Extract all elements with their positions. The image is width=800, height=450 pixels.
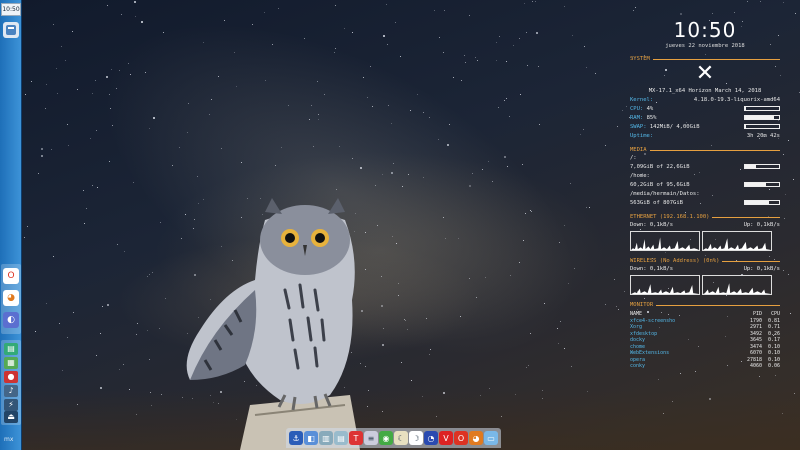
mount-bar (744, 182, 780, 187)
section-title: WIRELESS (No Address) (0n%) (630, 258, 720, 264)
conky-date: jueves 22 noviembre 2018 (665, 43, 745, 49)
wireless-up: Up: 0,1kB/s (743, 265, 780, 272)
cpu-label: CPU: (630, 105, 644, 112)
ram-row: RAM: 85% (630, 113, 780, 122)
section-monitor: MONITOR (630, 302, 780, 308)
launcher-group: O ◕ ◐ (1, 264, 21, 334)
dock: ⚓ ◧ ▥ ▤ T ≡ ◉ ☾ ☽ ◔ V O ◕ ▭ (286, 428, 501, 448)
mount-usage-row: 563GiB of 807GiB (630, 198, 780, 207)
swap-label: SWAP: (630, 123, 647, 130)
section-wireless: WIRELESS (No Address) (0n%) (630, 258, 780, 264)
mount-usage: 563GiB of 807GiB (630, 199, 683, 206)
wireless-graphs (630, 275, 780, 295)
uptime-value: 3h 20m 42s (746, 132, 780, 139)
process-pid: 4060 (749, 363, 762, 369)
kernel-value: 4.18.0-19.3-liquorix-amd64 (693, 96, 780, 103)
cpu-row: CPU: 4% (630, 104, 780, 113)
text-editor-icon[interactable]: T (349, 431, 363, 445)
menu-icon[interactable] (3, 22, 19, 38)
mount-usage-row: 60,2GiB of 95,6GiB (630, 180, 780, 189)
vivaldi-icon[interactable]: V (439, 431, 453, 445)
notes-icon[interactable]: ▤ (334, 431, 348, 445)
process-name: conky (630, 363, 646, 369)
moon-icon[interactable]: ☽ (409, 431, 423, 445)
process-row: conky 4060 0.06 (630, 363, 780, 370)
section-title: SYSTEM (630, 56, 650, 62)
opera-icon[interactable]: O (454, 431, 468, 445)
ram-label: RAM: (630, 114, 644, 121)
section-media: MEDIA (630, 147, 780, 153)
power-icon[interactable]: ⚡ (4, 399, 18, 411)
mount-bar (744, 164, 780, 169)
system-tray: ▤ ▦ ● ♪ ⚡ ⏏ (1, 340, 21, 425)
process-cpu: 0.06 (767, 363, 780, 369)
mx-logo-icon: ✕ (695, 61, 715, 86)
firefox-icon[interactable]: ◕ (3, 290, 19, 306)
section-title: MEDIA (630, 147, 647, 153)
left-panel: 10:50 O ◕ ◐ ▤ ▦ ● ♪ ⚡ ⏏ mx (0, 0, 22, 450)
chrome-icon[interactable]: ◔ (424, 431, 438, 445)
eject-icon[interactable]: ⏏ (4, 411, 18, 423)
mount-bar (744, 200, 780, 205)
kernel-row: Kernel: 4.18.0-19.3-liquorix-amd64 (630, 95, 780, 104)
section-title: ETHERNET (192.168.1.100) (630, 214, 710, 220)
ethernet-speed-row: Down: 0,1kB/s Up: 0,1kB/s (630, 220, 780, 229)
mount-path-row: /home: (630, 171, 780, 180)
wireless-speed-row: Down: 0,1kB/s Up: 0,1kB/s (630, 264, 780, 273)
mount-usage: 7,09GiB of 22,6GiB (630, 163, 690, 170)
wireless-down-graph (630, 275, 700, 295)
mount-path-row: /: (630, 153, 780, 162)
clipboard-icon[interactable]: ▤ (4, 343, 18, 355)
document-icon[interactable]: ≡ (364, 431, 378, 445)
release-text: MX-17.1_x64 Horizon March 14, 2018 (648, 87, 762, 94)
ethernet-up: Up: 0,1kB/s (743, 221, 780, 228)
cpu-value: 4% (646, 105, 654, 112)
wireless-down: Down: 0,1kB/s (630, 265, 674, 272)
mounts-list: /: 7,09GiB of 22,6GiB /home: 60,2GiB of 95… (630, 153, 780, 207)
mount-usage-row: 7,09GiB of 22,6GiB (630, 162, 780, 171)
owl-image (186, 198, 360, 450)
files-icon[interactable]: ▥ (319, 431, 333, 445)
kernel-label: Kernel: (630, 96, 654, 103)
section-title: MONITOR (630, 302, 654, 308)
mount-path: /media/hermain/Datos: (630, 190, 700, 197)
desktop-icon[interactable]: ▭ (484, 431, 498, 445)
release-row: MX-17.1_x64 Horizon March 14, 2018 (630, 86, 780, 95)
uptime-row: Uptime: 3h 20m 42s (630, 131, 780, 140)
mount-path: /: (630, 154, 637, 161)
updater-icon[interactable]: ▦ (4, 357, 18, 369)
conky-widget: 10:50 jueves 22 noviembre 2018 SYSTEM ✕ … (630, 18, 780, 370)
uptime-label: Uptime: (630, 132, 654, 139)
volume-icon[interactable]: ♪ (4, 385, 18, 397)
wireless-up-graph (702, 275, 772, 295)
mx-logo: mx (2, 434, 20, 446)
anchor-icon[interactable]: ⚓ (289, 431, 303, 445)
finder-icon[interactable]: ◧ (304, 431, 318, 445)
section-system: SYSTEM (630, 56, 780, 62)
ethernet-down: Down: 0,1kB/s (630, 221, 674, 228)
mount-usage: 60,2GiB of 95,6GiB (630, 181, 690, 188)
process-list: xfce4-screensho 1790 0.81 Xorg 2971 0.71 x… (630, 318, 780, 370)
feed-icon[interactable]: ◉ (379, 431, 393, 445)
network-icon[interactable]: ● (4, 371, 18, 383)
mount-path: /home: (630, 172, 650, 179)
opera-icon[interactable]: O (3, 268, 19, 284)
mount-path-row: /media/hermain/Datos: (630, 189, 780, 198)
cpu-bar (744, 106, 780, 111)
section-ethernet: ETHERNET (192.168.1.100) (630, 214, 780, 220)
app-green-icon[interactable]: ☾ (394, 431, 408, 445)
ethernet-down-graph (630, 231, 700, 251)
ethernet-up-graph (702, 231, 772, 251)
swap-row: SWAP: 142MiB/ 4,00GiB (630, 122, 780, 131)
panel-clock[interactable]: 10:50 (1, 3, 21, 16)
svg-text:mx: mx (4, 436, 14, 443)
swap-bar (744, 124, 780, 129)
swap-value: 142MiB/ 4,00GiB (649, 123, 700, 130)
conky-clock: 10:50 (673, 18, 737, 42)
app-icon[interactable]: ◐ (3, 312, 19, 328)
ram-bar (744, 115, 780, 120)
firefox-icon[interactable]: ◕ (469, 431, 483, 445)
ram-value: 85% (646, 114, 657, 121)
ethernet-graphs (630, 231, 780, 251)
